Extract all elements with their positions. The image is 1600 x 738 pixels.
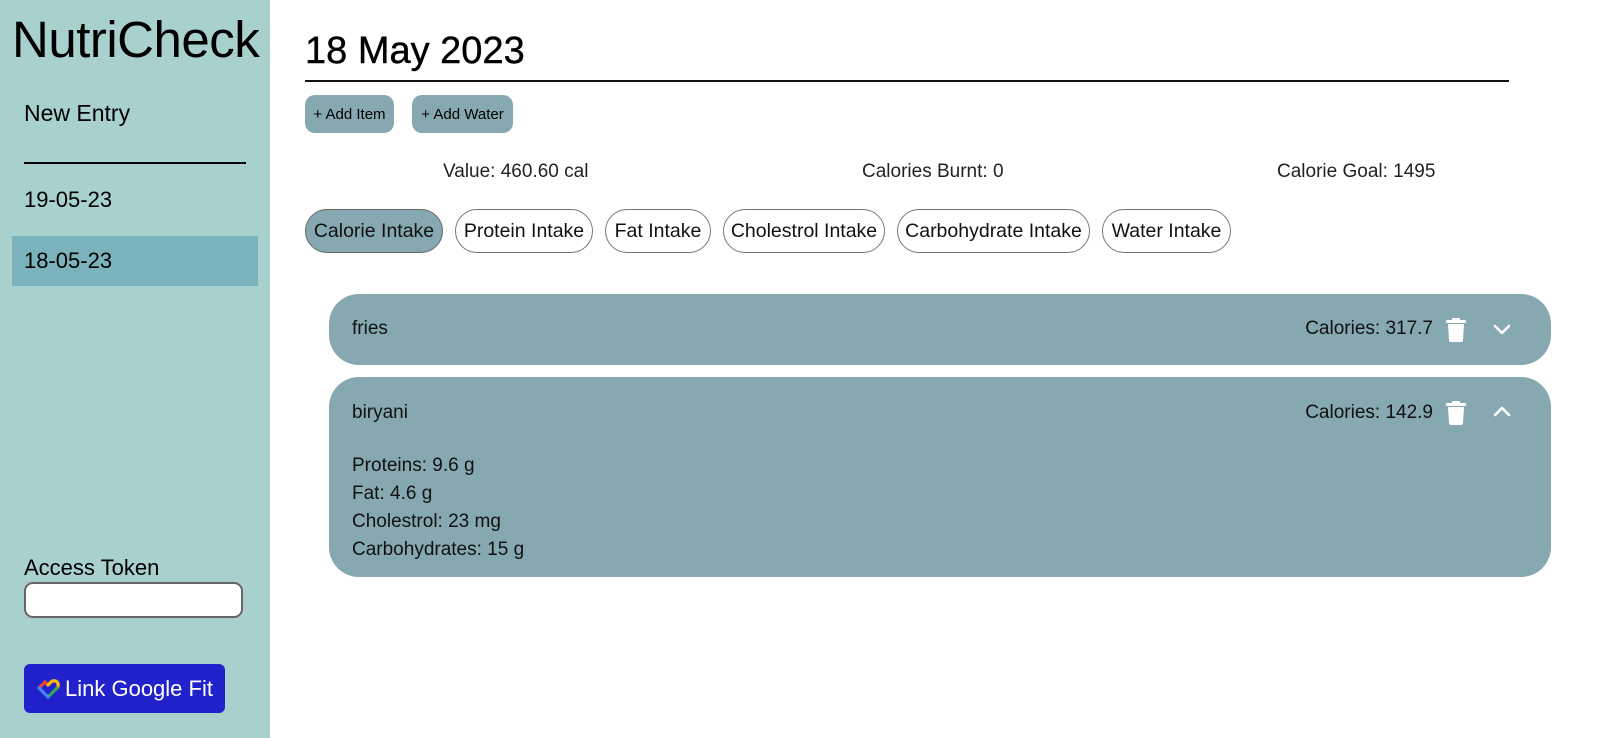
link-google-fit-button[interactable]: Link Google Fit xyxy=(24,664,225,713)
food-item-calories: Calories: 317.7 xyxy=(1305,318,1433,339)
access-token-input[interactable] xyxy=(24,582,243,618)
main-panel: 18 May 2023 + Add Item + Add Water Value… xyxy=(270,0,1600,738)
tab-cholestrol-intake[interactable]: Cholestrol Intake xyxy=(723,209,885,253)
calories-burnt-stat: Calories Burnt: 0 xyxy=(862,161,1004,182)
tab-calorie-intake[interactable]: Calorie Intake xyxy=(305,209,443,253)
food-item-details: Proteins: 9.6 g Fat: 4.6 g Cholestrol: 2… xyxy=(352,452,524,564)
sidebar-date-item[interactable]: 19-05-23 xyxy=(12,175,258,225)
food-item-calories: Calories: 142.9 xyxy=(1305,402,1433,423)
detail-proteins: Proteins: 9.6 g xyxy=(352,455,475,476)
tab-carbohydrate-intake[interactable]: Carbohydrate Intake xyxy=(897,209,1090,253)
app-brand: NutriCheck xyxy=(12,11,260,68)
sidebar-date-item-selected[interactable]: 18-05-23 xyxy=(12,236,258,286)
trash-icon[interactable] xyxy=(1445,318,1467,342)
food-item-card[interactable]: fries Calories: 317.7 xyxy=(329,294,1551,365)
trash-icon[interactable] xyxy=(1445,401,1467,425)
food-item-name: biryani xyxy=(352,402,408,423)
add-item-button[interactable]: + Add Item xyxy=(305,95,394,133)
sidebar: NutriCheck New Entry 19-05-23 18-05-23 A… xyxy=(0,0,270,738)
tab-protein-intake[interactable]: Protein Intake xyxy=(455,209,593,253)
chevron-down-icon[interactable] xyxy=(1492,321,1512,337)
title-divider xyxy=(305,80,1509,82)
google-fit-label: Link Google Fit xyxy=(65,675,213,701)
value-stat: Value: 460.60 cal xyxy=(443,161,589,182)
tab-water-intake[interactable]: Water Intake xyxy=(1102,209,1231,253)
tab-fat-intake[interactable]: Fat Intake xyxy=(605,209,711,253)
access-token-label: Access Token xyxy=(24,555,160,580)
detail-carbohydrates: Carbohydrates: 15 g xyxy=(352,539,525,560)
food-item-name: fries xyxy=(352,318,388,339)
new-entry-link[interactable]: New Entry xyxy=(24,100,130,127)
detail-cholestrol: Cholestrol: 23 mg xyxy=(352,511,501,532)
detail-fat: Fat: 4.6 g xyxy=(352,483,433,504)
sidebar-divider xyxy=(24,162,246,164)
add-water-button[interactable]: + Add Water xyxy=(412,95,513,133)
chevron-up-icon[interactable] xyxy=(1492,404,1512,420)
google-fit-heart-icon xyxy=(37,678,60,699)
page-title: 18 May 2023 xyxy=(305,30,525,72)
food-item-card-expanded[interactable]: biryani Calories: 142.9 Proteins: 9.6 g … xyxy=(329,377,1551,577)
calorie-goal-stat: Calorie Goal: 1495 xyxy=(1277,161,1436,182)
